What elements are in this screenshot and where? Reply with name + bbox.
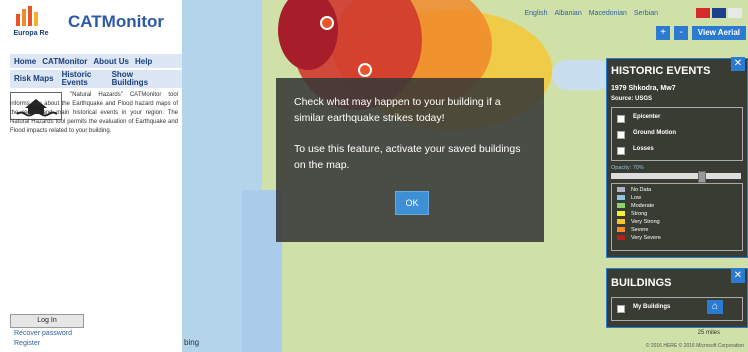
lang-albanian[interactable]: Albanian bbox=[554, 10, 581, 17]
event-name: 1979 Shkodra, Mw7 bbox=[611, 85, 676, 92]
europa-re-logo-icon bbox=[16, 6, 38, 26]
legend-swatch bbox=[617, 187, 625, 193]
losses-label: Losses bbox=[633, 146, 654, 152]
nav-home[interactable]: Home bbox=[14, 57, 36, 66]
lang-macedonian[interactable]: Macedonian bbox=[589, 10, 627, 17]
nav-help[interactable]: Help bbox=[135, 57, 152, 66]
modal-message-2: To use this feature, activate your saved… bbox=[294, 143, 521, 171]
legend-swatch bbox=[617, 203, 625, 209]
lang-serbian[interactable]: Serbian bbox=[634, 10, 658, 17]
historic-events-title: HISTORIC EVENTS bbox=[611, 65, 711, 77]
register-link[interactable]: Register bbox=[14, 340, 40, 347]
language-selector: English Albanian Macedonian Serbian bbox=[525, 10, 659, 17]
opacity-slider[interactable] bbox=[611, 171, 741, 183]
close-historic-panel-icon[interactable]: ✕ bbox=[731, 57, 745, 71]
legend-swatch bbox=[617, 235, 625, 241]
ground-motion-label: Ground Motion bbox=[633, 130, 676, 136]
serbia-flag-icon[interactable] bbox=[728, 8, 742, 18]
legend-item: Severe bbox=[617, 227, 648, 233]
zoom-in-button[interactable]: + bbox=[656, 26, 670, 40]
my-buildings-checkbox[interactable] bbox=[617, 305, 625, 313]
legend-item: Low bbox=[617, 195, 641, 201]
nav-historic-events[interactable]: Historic Events bbox=[62, 71, 98, 87]
losses-checkbox[interactable] bbox=[617, 147, 625, 155]
earthquake-modal: Check what may happen to your building i… bbox=[276, 78, 544, 242]
epicenter-checkbox[interactable] bbox=[617, 115, 625, 123]
layer-list bbox=[611, 107, 743, 161]
aerial-control: View Aerial bbox=[691, 26, 746, 40]
zoom-out-button[interactable]: - bbox=[674, 26, 688, 40]
flag-bar bbox=[696, 8, 742, 18]
legend-item: Moderate bbox=[617, 203, 654, 209]
epicenter-label: Epicenter bbox=[633, 114, 661, 120]
nav-risk-maps[interactable]: Risk Maps bbox=[14, 75, 54, 83]
lake-area bbox=[552, 60, 612, 90]
buildings-panel: BUILDINGS ✕ My Buildings ⌂ bbox=[606, 268, 748, 328]
opacity-slider-thumb[interactable] bbox=[697, 171, 706, 183]
lang-english[interactable]: English bbox=[525, 10, 548, 17]
nav-about-us[interactable]: About Us bbox=[93, 57, 129, 66]
bing-logo: bing bbox=[184, 338, 200, 347]
albania-flag-icon[interactable] bbox=[696, 8, 710, 18]
legend-swatch bbox=[617, 211, 625, 217]
map-scale: 25 miles bbox=[697, 330, 720, 336]
brand-name: Europa Re bbox=[13, 30, 49, 37]
legend-swatch bbox=[617, 219, 625, 225]
brand[interactable]: Europa Re CATMonitor bbox=[6, 6, 176, 42]
legend-swatch bbox=[617, 227, 625, 233]
sidebar: Europa Re CATMonitor Home CATMonitor Abo… bbox=[0, 0, 183, 352]
recover-password-link[interactable]: Recover password bbox=[14, 330, 72, 337]
buildings-list bbox=[611, 297, 743, 321]
uk-flag-icon[interactable] bbox=[712, 8, 726, 18]
legend-item: Strong bbox=[617, 211, 647, 217]
buildings-title: BUILDINGS bbox=[611, 277, 672, 289]
zoom-controls: + - bbox=[656, 26, 688, 40]
home-icon[interactable]: ⌂ bbox=[707, 300, 723, 314]
view-aerial-button[interactable]: View Aerial bbox=[691, 26, 746, 40]
top-nav: Home CATMonitor About Us Help bbox=[10, 54, 182, 68]
legend-item: Very Severe bbox=[617, 235, 661, 241]
app-title: CATMonitor bbox=[68, 12, 164, 31]
historic-events-panel: HISTORIC EVENTS ✕ 1979 Shkodra, Mw7 Sour… bbox=[606, 57, 748, 258]
legend-item: Very Strong bbox=[617, 219, 660, 225]
epicenter-marker-icon[interactable] bbox=[358, 63, 372, 77]
map-copyright: © 2016 HERE © 2016 Microsoft Corporation bbox=[645, 343, 744, 349]
login-button[interactable]: Log In bbox=[10, 314, 84, 328]
event-source: Source: USGS bbox=[611, 96, 653, 102]
legend-item: No Data bbox=[617, 187, 651, 193]
nav-catmonitor[interactable]: CATMonitor bbox=[42, 57, 87, 66]
ground-motion-checkbox[interactable] bbox=[617, 131, 625, 139]
legend-swatch bbox=[617, 195, 625, 201]
close-buildings-panel-icon[interactable]: ✕ bbox=[731, 269, 745, 283]
modal-message-1: Check what may happen to your building i… bbox=[294, 96, 501, 124]
opacity-label: Opacity: 70% bbox=[611, 165, 644, 171]
ok-button[interactable]: OK bbox=[395, 191, 429, 215]
nav-show-buildings[interactable]: Show Buildings bbox=[112, 71, 152, 87]
about-text: "Natural Hazards" CATMonitor tool inform… bbox=[10, 92, 178, 134]
my-buildings-label: My Buildings bbox=[633, 304, 671, 310]
sub-nav: Risk Maps Historic Events Show Buildings bbox=[10, 70, 182, 88]
epicenter-marker-icon[interactable] bbox=[320, 16, 334, 30]
